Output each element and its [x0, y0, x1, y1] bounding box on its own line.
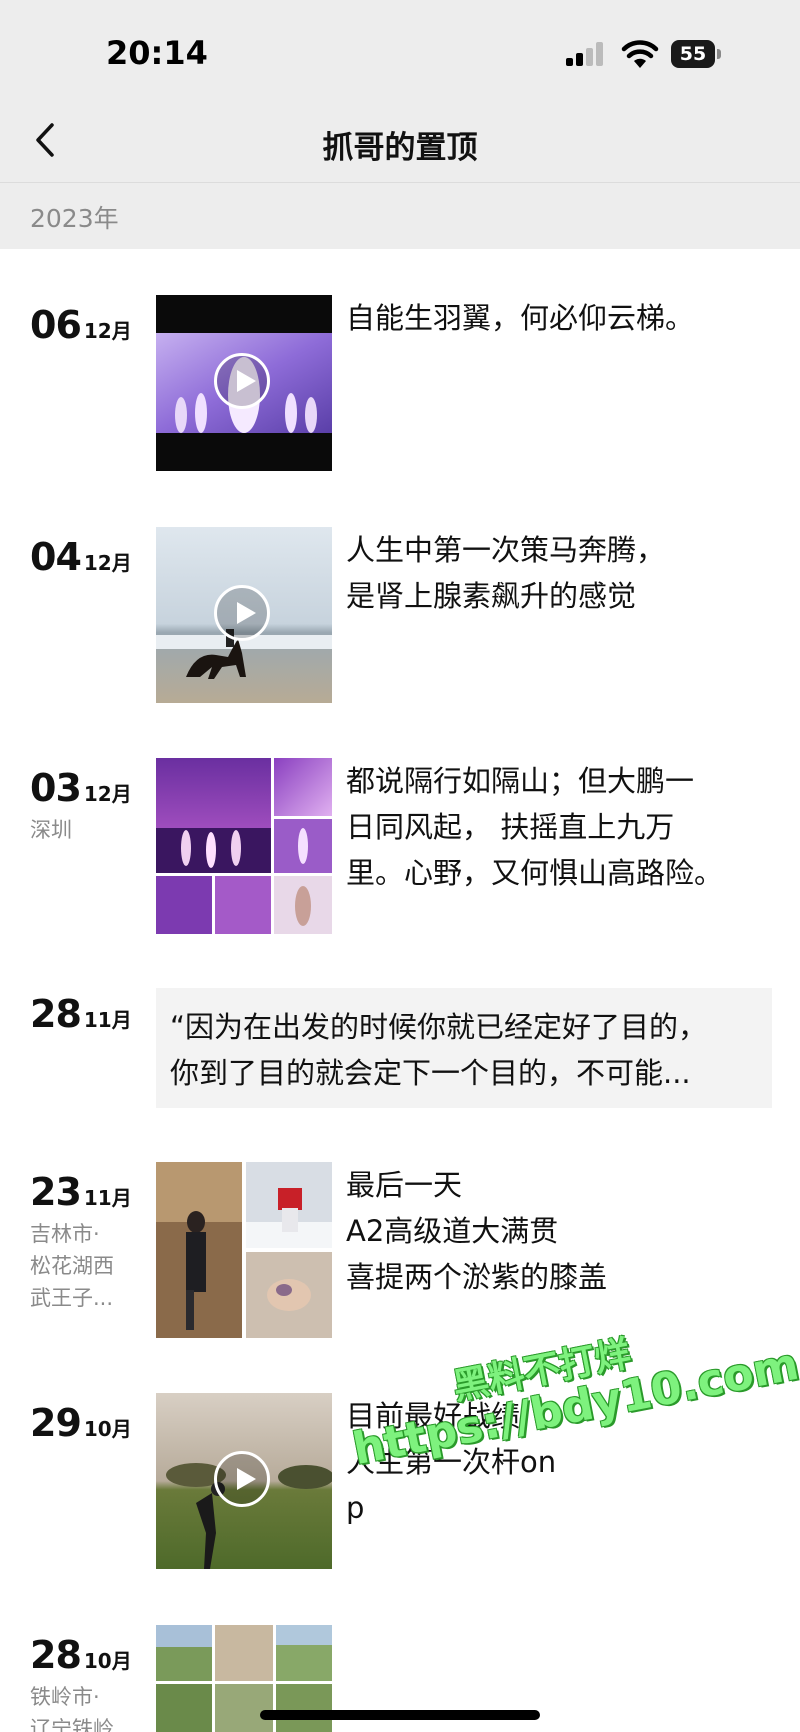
entry-location: 铁岭市· 辽宁铁岭 [30, 1681, 140, 1732]
shared-quote-card[interactable]: “因为在出发的时候你就已经定好了目的， 你到了目的就会定下一个目的，不可能... [156, 988, 772, 1108]
cellular-signal-icon [566, 42, 606, 66]
timeline-entry[interactable]: 28 11月 “因为在出发的时候你就已经定好了目的， 你到了目的就会定下一个目的，… [0, 988, 800, 1108]
location-line: 松花湖西 [30, 1254, 114, 1278]
entry-date: 04 12月 [30, 535, 132, 579]
location-line: 吉林市· [30, 1222, 100, 1246]
video-thumbnail[interactable] [156, 1393, 332, 1569]
entry-text: 最后一天 A2高级道大满贯 喜提两个淤紫的膝盖 [346, 1162, 776, 1300]
year-label: 2023年 [30, 204, 119, 233]
battery-level: 55 [671, 40, 715, 68]
entry-day: 28 [30, 1633, 82, 1677]
photo-grid[interactable] [156, 1162, 332, 1338]
entry-text: 人生中第一次策马奔腾， 是肾上腺素飙升的感觉 [346, 527, 776, 619]
entry-date: 28 10月 [30, 1633, 132, 1677]
location-line: 武王子... [30, 1286, 114, 1310]
timeline-entry[interactable]: 03 12月 深圳 都说隔行如隔山；但大鹏一 日同风起， 扶摇直上九万 里。心野… [0, 758, 800, 934]
entry-text-line: 你到了目的就会定下一个目的，不可能... [170, 1056, 691, 1090]
entry-text: 都说隔行如隔山；但大鹏一 日同风起， 扶摇直上九万 里。心野，又何惧山高路险。 [346, 758, 776, 896]
entry-month: 12月 [83, 782, 132, 806]
entry-date: 23 11月 [30, 1170, 132, 1214]
entry-location: 深圳 [30, 818, 72, 842]
entry-text-line: 人生中第一次策马奔腾， [346, 533, 666, 567]
entry-day: 23 [30, 1170, 82, 1214]
home-indicator [260, 1710, 540, 1720]
entry-month: 12月 [83, 551, 132, 575]
location-line: 辽宁铁岭 [30, 1717, 114, 1732]
entry-location: 吉林市· 松花湖西 武王子... [30, 1218, 140, 1314]
entry-month: 11月 [83, 1186, 132, 1210]
play-icon [214, 353, 270, 409]
entry-day: 28 [30, 992, 82, 1036]
timeline-entry[interactable]: 23 11月 吉林市· 松花湖西 武王子... 最后一天 A2高级道大满贯 喜提两… [0, 1162, 800, 1338]
entry-text: 自能生羽翼，何必仰云梯。 [346, 295, 776, 341]
status-bar: 20:14 55 [0, 0, 800, 100]
entry-day: 04 [30, 535, 82, 579]
entry-date: 29 10月 [30, 1401, 132, 1445]
entry-text-line: A2高级道大满贯 [346, 1214, 559, 1248]
entry-day: 29 [30, 1401, 82, 1445]
wifi-icon [621, 40, 659, 68]
entry-day: 03 [30, 766, 82, 810]
status-time: 20:14 [106, 34, 208, 72]
location-line: 铁岭市· [30, 1685, 100, 1709]
photo-grid[interactable] [156, 758, 332, 934]
entry-month: 12月 [83, 319, 132, 343]
entry-text-line: 日同风起， 扶摇直上九万 [346, 810, 675, 844]
entry-month: 10月 [83, 1417, 132, 1441]
nav-bar: 抓哥的置顶 [0, 100, 800, 183]
entry-date: 06 12月 [30, 303, 132, 347]
video-thumbnail[interactable] [156, 527, 332, 703]
play-icon [214, 585, 270, 641]
year-header: 2023年 [0, 183, 800, 249]
entry-month: 11月 [83, 1008, 132, 1032]
entry-text-line: 都说隔行如隔山；但大鹏一 [346, 764, 695, 798]
entry-text-line: 最后一天 [346, 1168, 463, 1202]
entry-text-line: 里。心野，又何惧山高路险。 [346, 856, 724, 890]
entry-day: 06 [30, 303, 82, 347]
play-icon [214, 1451, 270, 1507]
entry-text-line: “因为在出发的时候你就已经定好了目的， [170, 1010, 708, 1044]
entry-date: 28 11月 [30, 992, 132, 1036]
battery-icon: 55 [671, 40, 723, 68]
video-thumbnail[interactable] [156, 295, 332, 471]
entry-text-line: 自能生羽翼，何必仰云梯。 [346, 301, 695, 335]
entry-month: 10月 [83, 1649, 132, 1673]
timeline-entry[interactable]: 06 12月 自能生羽翼，何必仰云梯。 [0, 295, 800, 471]
entry-text-line: 喜提两个淤紫的膝盖 [346, 1260, 608, 1294]
page-title: 抓哥的置顶 [322, 130, 478, 166]
entry-text-line: 是肾上腺素飙升的感觉 [346, 579, 637, 613]
entry-date: 03 12月 [30, 766, 132, 810]
timeline-entry[interactable]: 04 12月 人生中第一次策马奔腾， 是肾上腺素飙升的感觉 [0, 527, 800, 703]
